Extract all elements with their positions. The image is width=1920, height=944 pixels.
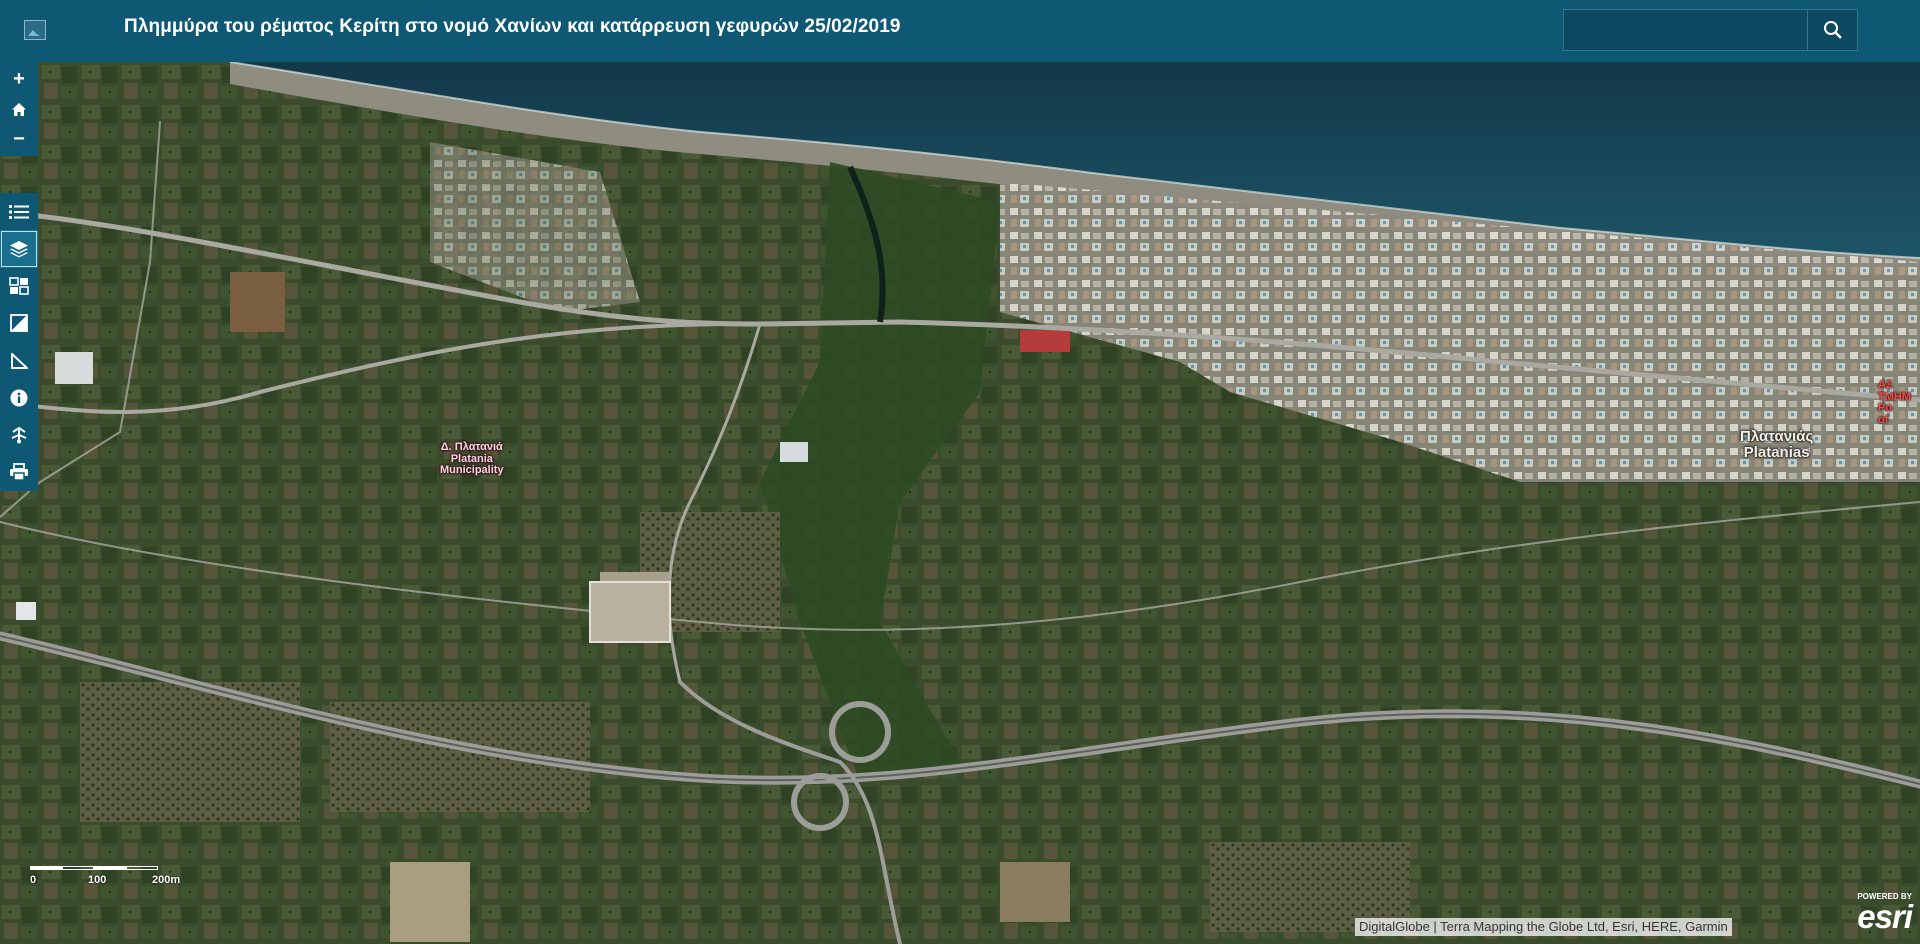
basemap-gallery-button[interactable] [0,268,38,305]
esri-wordmark: esri [1857,898,1913,935]
town-label: Πλατανιάς Platanias [1740,429,1813,461]
search-button[interactable] [1807,10,1857,50]
map-attribution[interactable]: DigitalGlobe | Terra Mapping the Globe L… [1355,918,1732,936]
edge-label: ΑΣ ΤΜΗΜ Ρο of [1878,379,1911,426]
minus-icon: − [13,127,25,150]
home-button[interactable] [0,94,38,124]
town-label-line: Πλατανιάς [1740,428,1814,445]
list-icon [9,204,29,219]
search-box [1563,9,1858,51]
print-button[interactable] [0,454,38,491]
satellite-imagery [0,62,1920,944]
measure-button[interactable] [0,342,38,379]
app-header: Πλημμύρα του ρέματος Κερίτη στο νομό Χαν… [0,0,1920,62]
basemap-icon [9,277,29,295]
page-title: Πλημμύρα του ρέματος Κερίτη στο νομό Χαν… [124,16,901,37]
zoom-controls: + − [0,62,38,156]
swipe-button[interactable] [0,305,38,342]
info-icon [10,389,28,407]
edge-label-line: of [1878,413,1889,426]
share-button[interactable] [0,417,38,454]
swipe-icon [10,314,28,333]
scale-label-100: 100 [88,874,107,886]
scale-label-200: 200m [152,874,181,886]
layers-icon [10,240,28,258]
edge-label-line: ΑΣ [1878,379,1893,391]
tool-bar [0,193,38,491]
scale-label-0: 0 [30,874,37,886]
layers-button[interactable] [0,230,38,268]
zoom-in-button[interactable]: + [0,64,38,94]
legend-button[interactable] [0,193,38,230]
home-icon [12,102,26,116]
search-input[interactable] [1564,10,1807,50]
municipality-label-line: Δ. Πλατανιά [440,441,503,453]
municipality-label: Δ. Πλατανιά Platania Municipality [440,441,504,477]
esri-logo[interactable]: POWERED BY esri [1836,892,1913,936]
town-label-line: Platanias [1743,443,1810,461]
print-icon [10,463,28,482]
scale-bar: 0 100 200m [30,866,180,886]
about-button[interactable] [0,379,38,416]
municipality-label-line: Municipality [440,464,504,477]
measure-icon [11,352,28,369]
share-icon [11,426,27,444]
edge-label-line: Ρο [1878,402,1893,415]
map-view[interactable]: Δ. Πλατανιά Platania Municipality Πλαταν… [0,62,1920,944]
zoom-out-button[interactable]: − [0,124,38,154]
search-icon [1823,21,1842,39]
plus-icon: + [13,67,25,90]
broken-image-icon [24,20,46,40]
